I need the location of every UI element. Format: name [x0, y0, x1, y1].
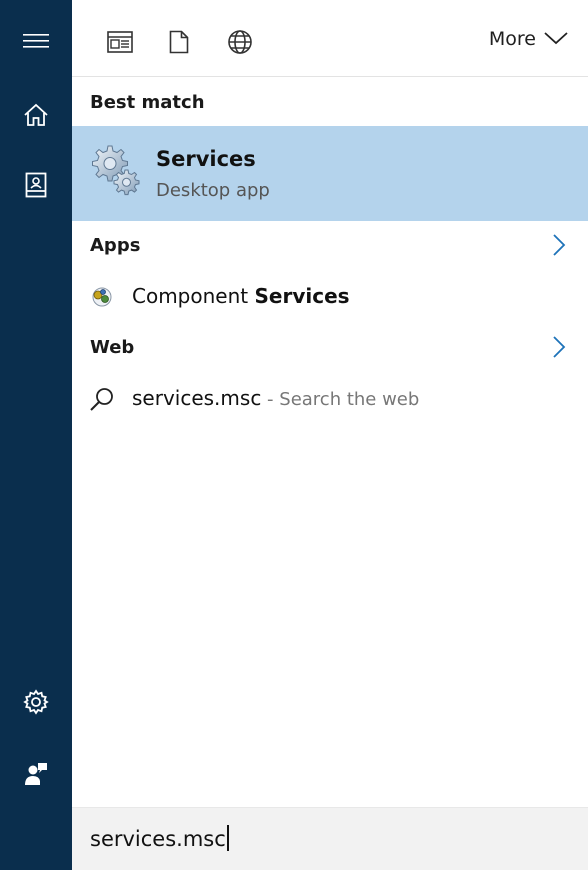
- apps-header[interactable]: Apps: [90, 235, 140, 256]
- app-result-bold-match: Services: [254, 284, 350, 308]
- app-result-prefix: Component: [132, 284, 255, 308]
- best-match-subtitle: Desktop app: [156, 180, 270, 201]
- web-header[interactable]: Web: [90, 337, 134, 358]
- web-result-services-msc[interactable]: services.msc - Search the web: [72, 379, 588, 419]
- search-input-value: services.msc: [90, 827, 226, 851]
- filter-toolbar: More: [72, 0, 588, 77]
- apps-filter-icon[interactable]: [100, 22, 140, 62]
- web-filter-icon[interactable]: [220, 22, 260, 62]
- search-input[interactable]: services.msc: [90, 825, 229, 851]
- app-result-label: Component Services: [132, 284, 350, 308]
- best-match-title: Services: [156, 147, 256, 171]
- left-navigation-rail: [0, 0, 72, 870]
- home-icon[interactable]: [0, 87, 72, 143]
- component-services-icon: [88, 283, 116, 311]
- more-label: More: [488, 28, 536, 50]
- more-filters-dropdown[interactable]: More: [489, 28, 568, 50]
- best-match-header: Best match: [90, 92, 205, 113]
- search-results-panel: More Best match Services Desktop app App…: [72, 0, 588, 870]
- chevron-down-icon: [544, 28, 568, 50]
- web-result-label: services.msc - Search the web: [132, 386, 419, 410]
- web-result-query: services.msc: [132, 386, 262, 410]
- documents-filter-icon[interactable]: [159, 22, 199, 62]
- web-result-suffix: - Search the web: [261, 389, 420, 410]
- best-match-result[interactable]: Services Desktop app: [72, 126, 588, 221]
- text-caret: [226, 825, 229, 851]
- hamburger-menu-icon[interactable]: [0, 13, 72, 69]
- search-box[interactable]: services.msc: [72, 807, 588, 870]
- notebook-icon[interactable]: [0, 157, 72, 213]
- settings-gear-icon[interactable]: [0, 674, 72, 730]
- web-chevron-right-icon[interactable]: [552, 336, 566, 358]
- app-result-component-services[interactable]: Component Services: [72, 277, 588, 317]
- apps-chevron-right-icon[interactable]: [552, 234, 566, 256]
- services-gears-icon: [88, 144, 140, 196]
- search-icon: [88, 385, 116, 413]
- feedback-icon[interactable]: [0, 746, 72, 802]
- start-search-window: More Best match Services Desktop app App…: [0, 0, 588, 870]
